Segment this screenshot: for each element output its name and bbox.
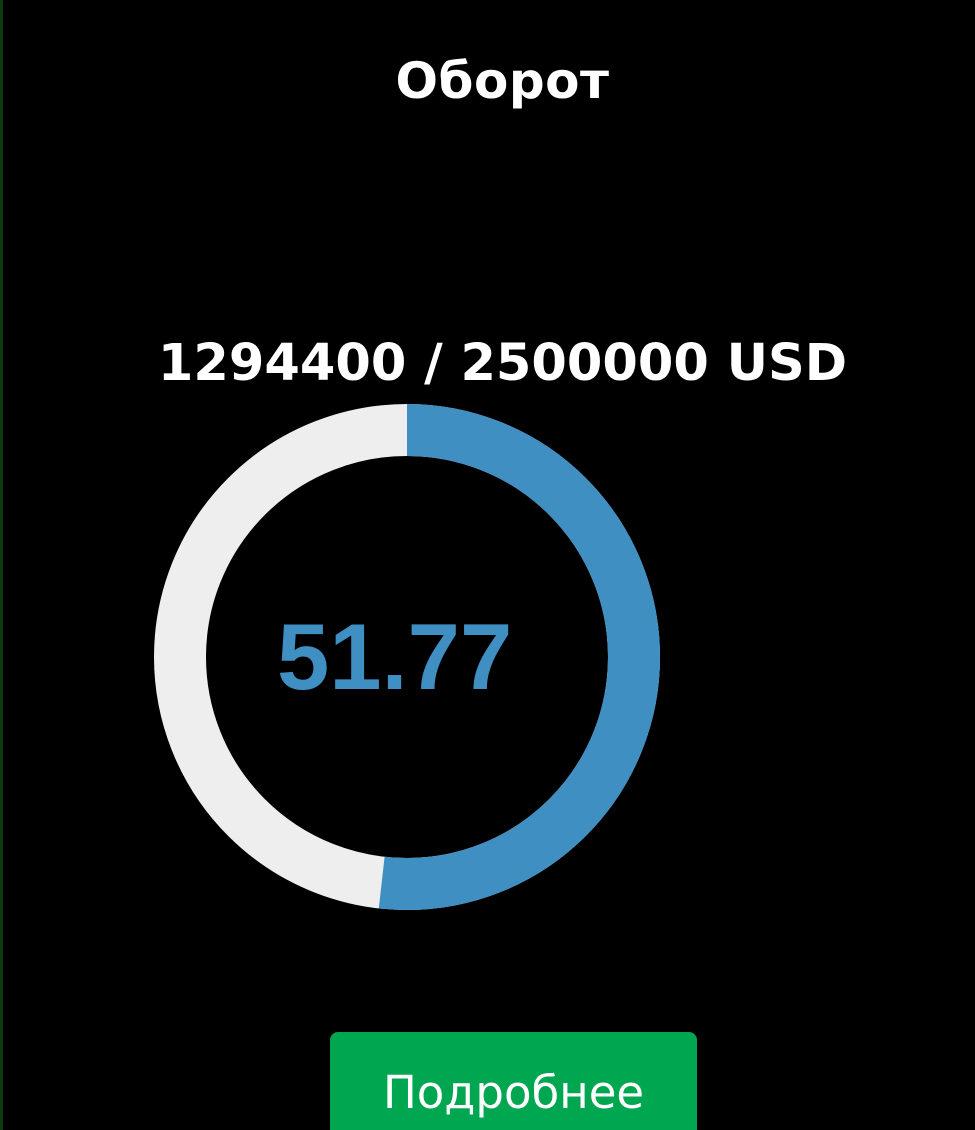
- left-edge-divider: [0, 0, 3, 1130]
- page-title: Оборот: [395, 52, 610, 110]
- turnover-amount: 1294400 / 2500000 USD: [157, 334, 848, 393]
- details-button[interactable]: Подробнее: [330, 1032, 697, 1130]
- percent-clip: 51.77: [202, 452, 540, 862]
- progress-percent: 51.77: [277, 604, 513, 709]
